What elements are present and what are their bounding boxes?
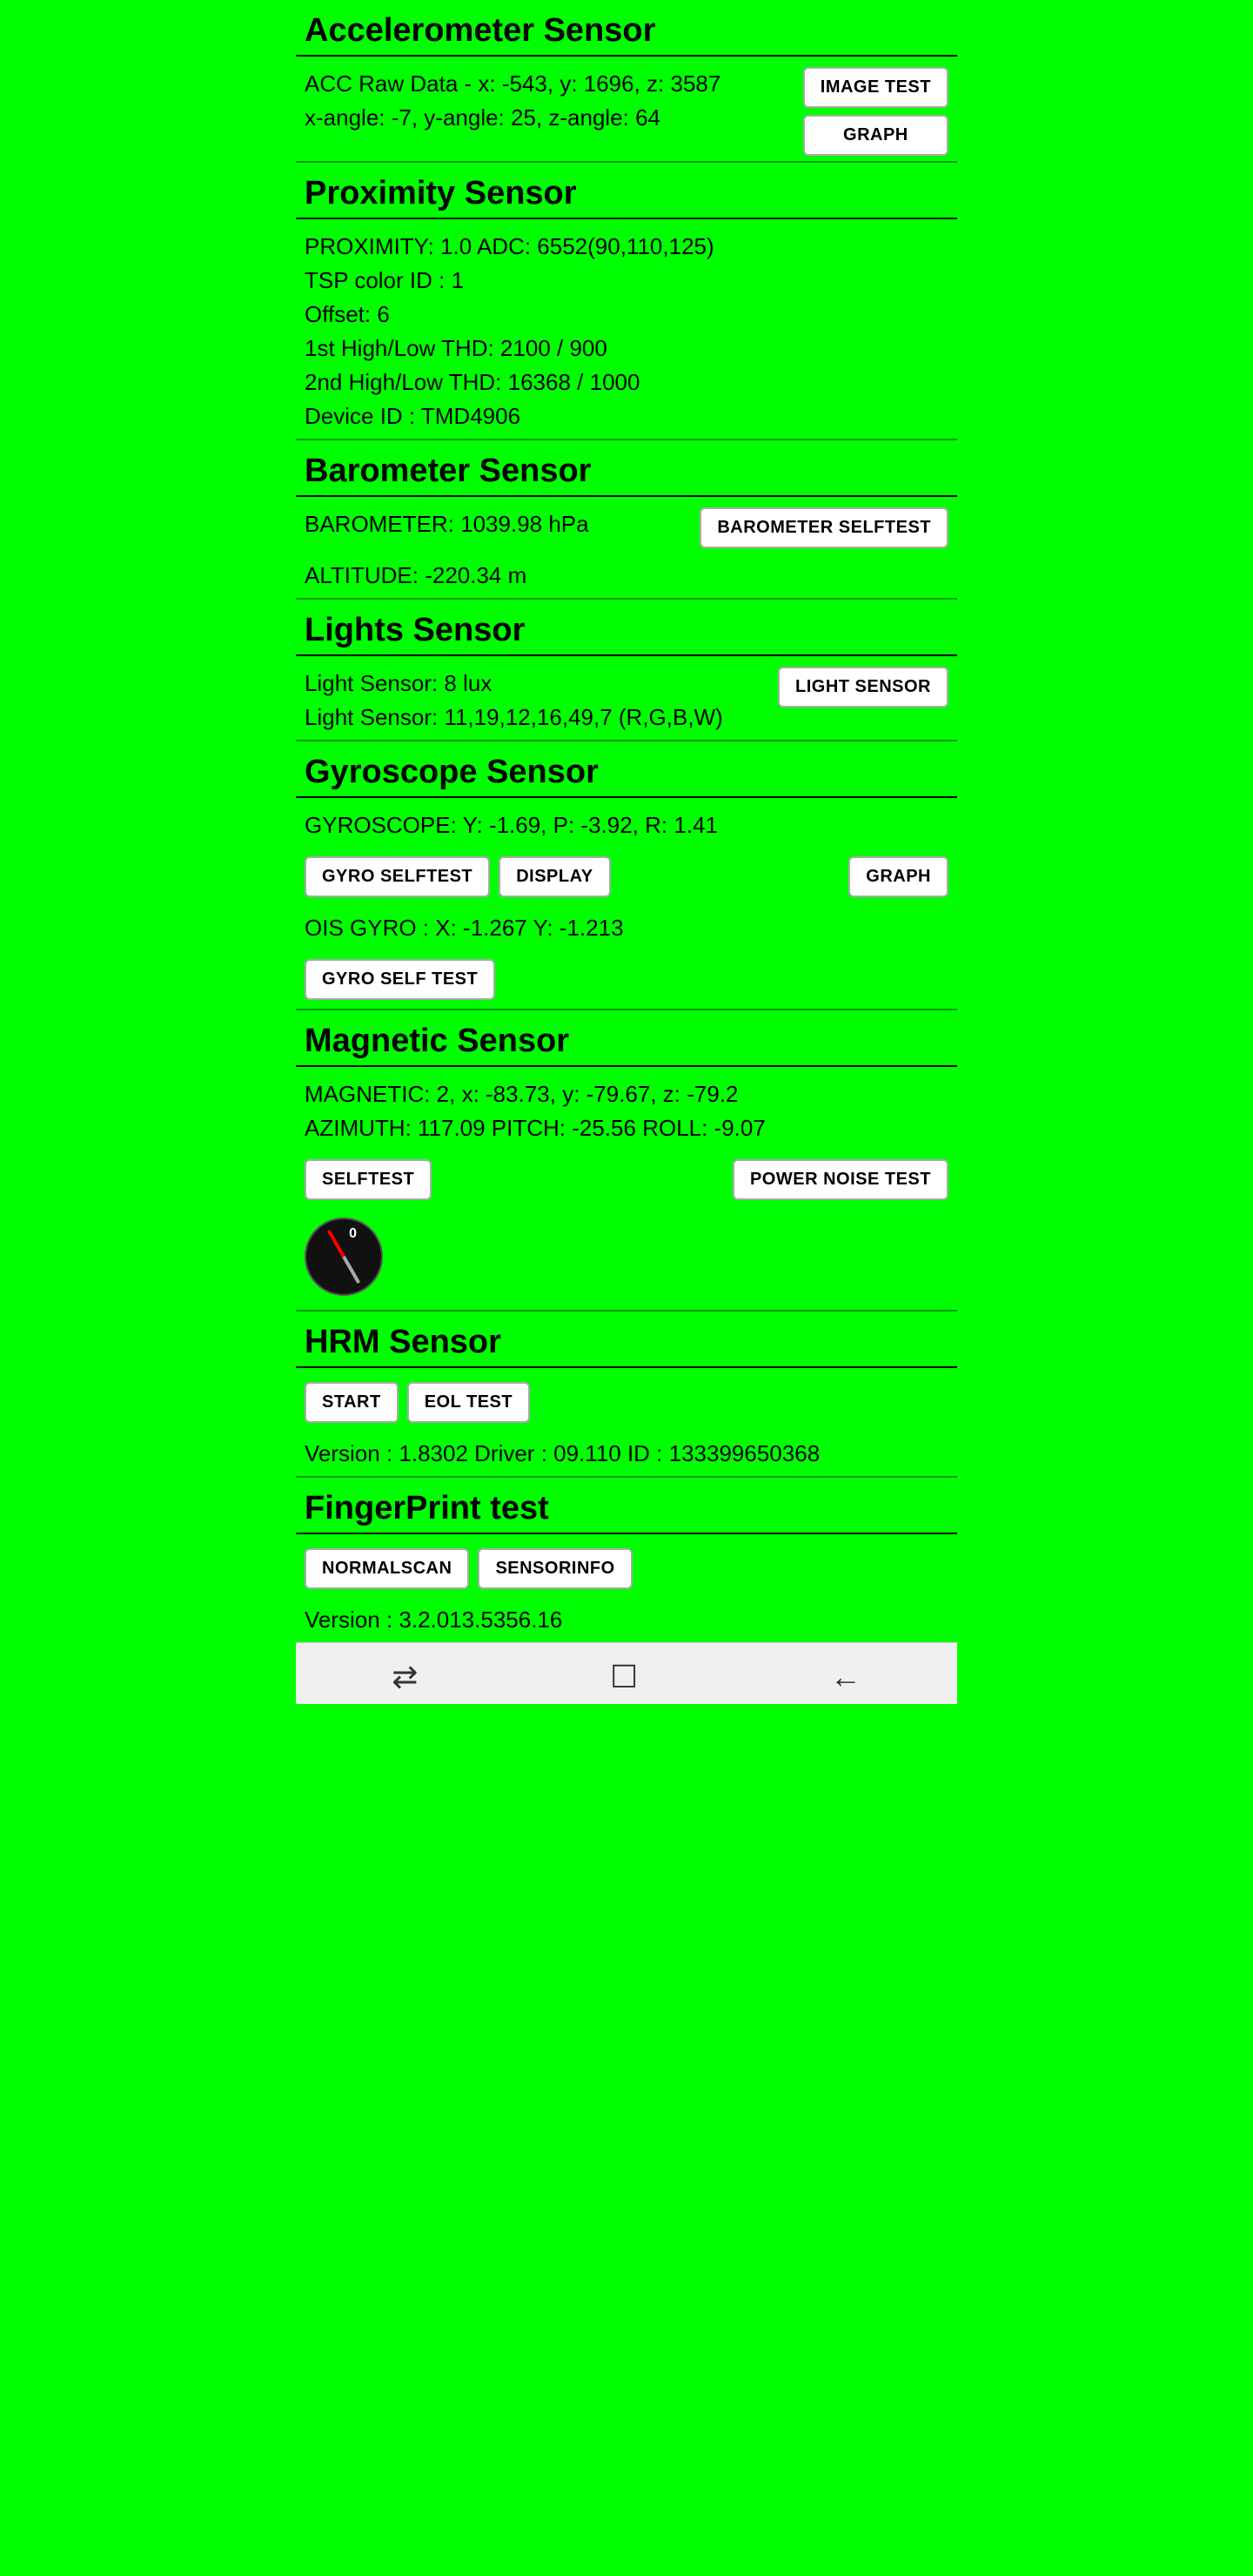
proximity-content: PROXIMITY: 1.0 ADC: 6552(90,110,125) TSP… <box>296 225 957 439</box>
magnetic-title: Magnetic Sensor <box>296 1010 957 1067</box>
proximity-title: Proximity Sensor <box>296 163 957 219</box>
back-icon[interactable]: ← <box>830 1659 861 1695</box>
navigation-bar: ⇄ ☐ ← <box>296 1642 957 1704</box>
fingerprint-button-row: NORMALSCAN SENSORINFO <box>296 1540 957 1598</box>
hrm-title: HRM Sensor <box>296 1311 957 1368</box>
barometer-selftest-button[interactable]: BAROMETER SELFTEST <box>700 507 948 548</box>
lights-text: Light Sensor: 8 lux Light Sensor: 11,19,… <box>305 667 769 735</box>
gyro-display-button[interactable]: DISPLAY <box>499 856 610 897</box>
lights-title: Lights Sensor <box>296 600 957 656</box>
accelerometer-section: Accelerometer Sensor ACC Raw Data - x: -… <box>296 0 957 161</box>
magnetic-selftest-button[interactable]: SELFTEST <box>305 1159 432 1200</box>
lights-line2: Light Sensor: 11,19,12,16,49,7 (R,G,B,W) <box>305 701 769 735</box>
magnetic-line1: MAGNETIC: 2, x: -83.73, y: -79.67, z: -7… <box>305 1077 948 1111</box>
accelerometer-title: Accelerometer Sensor <box>296 0 957 57</box>
magnetic-content: MAGNETIC: 2, x: -83.73, y: -79.67, z: -7… <box>296 1072 957 1150</box>
fingerprint-section: FingerPrint test NORMALSCAN SENSORINFO V… <box>296 1478 957 1642</box>
power-noise-test-button[interactable]: POWER NOISE TEST <box>733 1159 948 1200</box>
gyroscope-content: GYROSCOPE: Y: -1.69, P: -3.92, R: 1.41 <box>296 803 957 848</box>
gyroscope-ois: OIS GYRO : X: -1.267 Y: -1.213 <box>296 906 957 950</box>
lights-section: Lights Sensor Light Sensor: 8 lux Light … <box>296 600 957 740</box>
recent-apps-icon[interactable]: ⇄ <box>392 1659 418 1695</box>
gyro-self-test-button[interactable]: GYRO SELF TEST <box>305 959 495 1000</box>
hrm-button-row: START EOL TEST <box>296 1373 957 1432</box>
acc-line1: ACC Raw Data - x: -543, y: 1696, z: 3587 <box>305 67 794 101</box>
barometer-section: Barometer Sensor BAROMETER: 1039.98 hPa … <box>296 440 957 598</box>
lights-buttons: LIGHT SENSOR <box>778 667 948 708</box>
light-sensor-button[interactable]: LIGHT SENSOR <box>778 667 948 708</box>
magnetic-button-row: SELFTEST POWER NOISE TEST <box>296 1150 957 1209</box>
hrm-version-line: Version : 1.8302 Driver : 09.110 ID : 13… <box>305 1437 948 1471</box>
proximity-line4: 1st High/Low THD: 2100 / 900 <box>305 332 948 366</box>
acc-line2: x-angle: -7, y-angle: 25, z-angle: 64 <box>305 101 794 135</box>
magnetic-section: Magnetic Sensor MAGNETIC: 2, x: -83.73, … <box>296 1010 957 1310</box>
lights-row: Light Sensor: 8 lux Light Sensor: 11,19,… <box>296 661 957 740</box>
barometer-title: Barometer Sensor <box>296 440 957 497</box>
hrm-eol-button[interactable]: EOL TEST <box>407 1382 530 1423</box>
proximity-line1: PROXIMITY: 1.0 ADC: 6552(90,110,125) <box>305 230 948 264</box>
proximity-line2: TSP color ID : 1 <box>305 264 948 298</box>
barometer-altitude: ALTITUDE: -220.34 m <box>296 553 957 598</box>
gyroscope-section: Gyroscope Sensor GYROSCOPE: Y: -1.69, P:… <box>296 741 957 1009</box>
proximity-line5: 2nd High/Low THD: 16368 / 1000 <box>305 366 948 399</box>
compass-dial: 0 <box>305 1218 383 1296</box>
image-test-button[interactable]: IMAGE TEST <box>803 67 948 108</box>
acc-graph-button[interactable]: GRAPH <box>803 115 948 156</box>
hrm-section: HRM Sensor START EOL TEST Version : 1.83… <box>296 1311 957 1476</box>
barometer-line2: ALTITUDE: -220.34 m <box>305 559 948 593</box>
proximity-line3: Offset: 6 <box>305 298 948 332</box>
hrm-version: Version : 1.8302 Driver : 09.110 ID : 13… <box>296 1432 957 1476</box>
gyro-graph-button[interactable]: GRAPH <box>848 856 948 897</box>
hrm-start-button[interactable]: START <box>305 1382 399 1423</box>
accelerometer-row: ACC Raw Data - x: -543, y: 1696, z: 3587… <box>296 62 957 161</box>
gyro-selftest-button[interactable]: GYRO SELFTEST <box>305 856 490 897</box>
proximity-line6: Device ID : TMD4906 <box>305 399 948 433</box>
barometer-row: BAROMETER: 1039.98 hPa BAROMETER SELFTES… <box>296 502 957 553</box>
gyroscope-button-row1: GYRO SELFTEST DISPLAY GRAPH <box>296 848 957 906</box>
magnetic-line2: AZIMUTH: 117.09 PITCH: -25.56 ROLL: -9.0… <box>305 1111 948 1145</box>
barometer-text: BAROMETER: 1039.98 hPa <box>305 507 691 541</box>
barometer-buttons: BAROMETER SELFTEST <box>700 507 948 548</box>
barometer-line1: BAROMETER: 1039.98 hPa <box>305 507 691 541</box>
accelerometer-buttons: IMAGE TEST GRAPH <box>803 67 948 156</box>
fingerprint-version-line: Version : 3.2.013.5356.16 <box>305 1603 948 1637</box>
compass-container: 0 <box>296 1209 957 1310</box>
accelerometer-text: ACC Raw Data - x: -543, y: 1696, z: 3587… <box>305 67 794 135</box>
gyroscope-line2: OIS GYRO : X: -1.267 Y: -1.213 <box>305 911 948 945</box>
normalscan-button[interactable]: NORMALSCAN <box>305 1548 469 1589</box>
sensorinfo-button[interactable]: SENSORINFO <box>478 1548 632 1589</box>
fingerprint-title: FingerPrint test <box>296 1478 957 1534</box>
gyroscope-title: Gyroscope Sensor <box>296 741 957 798</box>
gyroscope-line1: GYROSCOPE: Y: -1.69, P: -3.92, R: 1.41 <box>305 808 948 842</box>
lights-line1: Light Sensor: 8 lux <box>305 667 769 701</box>
proximity-section: Proximity Sensor PROXIMITY: 1.0 ADC: 655… <box>296 163 957 439</box>
fingerprint-version: Version : 3.2.013.5356.16 <box>296 1598 957 1642</box>
compass-zero-label: 0 <box>349 1226 357 1242</box>
home-icon[interactable]: ☐ <box>610 1659 638 1695</box>
gyroscope-button-row2: GYRO SELF TEST <box>296 950 957 1009</box>
